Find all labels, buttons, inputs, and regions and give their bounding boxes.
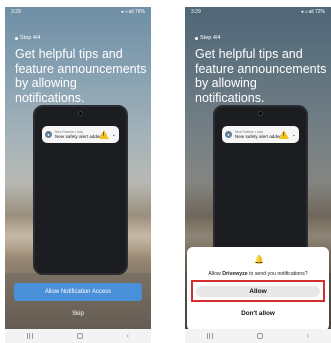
status-bar: 3:29 ◂ ◃ ail 72% — [185, 7, 331, 17]
app-icon: ● — [225, 131, 232, 138]
recent-apps-icon[interactable] — [206, 333, 213, 339]
step-label: Step 4/4 — [200, 35, 221, 41]
chevron-down-icon: ⌄ — [111, 131, 116, 138]
system-nav-bar: ‹ — [185, 329, 331, 343]
permission-dialog: 🔔 Allow Drivewyze to send you notificati… — [187, 247, 329, 331]
step-indicator: Step 4/4 — [15, 35, 41, 41]
allow-highlight-box: Allow — [191, 280, 325, 302]
system-nav-bar: ‹ — [5, 329, 151, 343]
onboarding-screen-right: 3:29 ◂ ◃ ail 72% Step 4/4 Get helpful ti… — [185, 7, 331, 343]
status-bar: 3:29 ◂ ◃ ail 76% — [5, 7, 151, 17]
back-icon[interactable]: ‹ — [126, 332, 129, 340]
status-time: 3:29 — [191, 9, 201, 15]
notification-body: New safety alert added — [235, 134, 282, 139]
step-label: Step 4/4 — [20, 35, 41, 41]
home-icon[interactable] — [76, 333, 83, 339]
dont-allow-button[interactable]: Don't allow — [187, 310, 329, 317]
step-dot-icon — [195, 36, 198, 40]
page-title: Get helpful tips and feature announcemen… — [15, 47, 147, 105]
back-icon[interactable]: ‹ — [306, 332, 309, 340]
camera-icon — [78, 111, 83, 116]
allow-button[interactable]: Allow — [196, 286, 320, 297]
step-indicator: Step 4/4 — [195, 35, 221, 41]
status-time: 3:29 — [11, 9, 21, 15]
dialog-message: Allow Drivewyze to send you notification… — [208, 271, 308, 277]
notification-preview: ● New Feature • now New safety alert add… — [42, 126, 119, 143]
page-title: Get helpful tips and feature announcemen… — [195, 47, 327, 105]
notification-preview: ● New Feature • now New safety alert add… — [222, 126, 299, 143]
warning-triangle-icon: ! — [98, 130, 109, 139]
chevron-down-icon: ⌄ — [291, 131, 296, 138]
status-indicators: ◂ ◃ ail 72% — [300, 9, 325, 15]
bell-icon: 🔔 — [254, 255, 264, 264]
app-icon: ● — [45, 131, 52, 138]
status-indicators: ◂ ◃ ail 76% — [120, 9, 145, 15]
skip-link[interactable]: Skip — [5, 311, 151, 317]
step-dot-icon — [15, 36, 18, 40]
phone-illustration: ● New Feature • now New safety alert add… — [33, 105, 128, 275]
warning-triangle-icon: ! — [278, 130, 289, 139]
allow-notification-access-button[interactable]: Allow Notification Access — [14, 283, 142, 301]
camera-icon — [258, 111, 263, 116]
home-icon[interactable] — [256, 333, 263, 339]
recent-apps-icon[interactable] — [26, 333, 33, 339]
onboarding-screen-left: 3:29 ◂ ◃ ail 76% Step 4/4 Get helpful ti… — [5, 7, 151, 343]
notification-body: New safety alert added — [55, 134, 102, 139]
dialog-app-name: Drivewyze — [222, 271, 248, 277]
